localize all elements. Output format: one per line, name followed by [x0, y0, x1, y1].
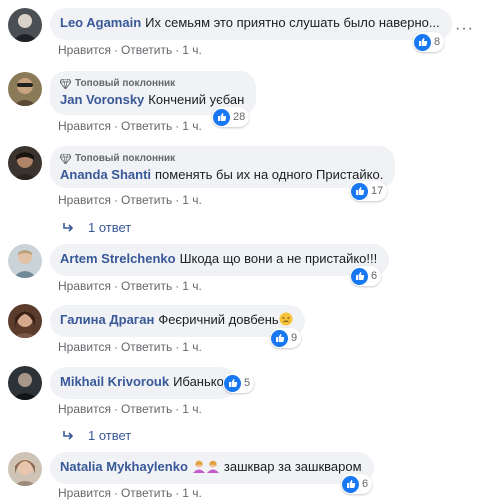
- like-link[interactable]: Нравится: [58, 193, 111, 207]
- avatar[interactable]: [8, 8, 42, 42]
- comment-text: Кончений уєбан: [148, 92, 245, 107]
- reaction-number: 6: [362, 478, 369, 490]
- comment-actions: Нравится · Ответить · 1 ч.: [58, 279, 202, 293]
- comment-bubble: Mikhail Krivorouk Ибанько: [50, 367, 236, 399]
- reaction-count[interactable]: 28: [212, 107, 250, 127]
- timestamp[interactable]: 1 ч.: [182, 193, 202, 207]
- comment-author[interactable]: Leo Agamain: [60, 15, 141, 30]
- like-link[interactable]: Нравится: [58, 402, 111, 416]
- woman-shrugging-emoji-icon: [192, 460, 205, 473]
- comment-author[interactable]: Ananda Shanti: [60, 167, 151, 182]
- reply-link[interactable]: Ответить: [121, 486, 172, 500]
- comment-actions: Нравится · Ответить · 1 ч.: [58, 193, 202, 207]
- thumbs-up-icon: [351, 182, 368, 200]
- reply-arrow-icon: [63, 430, 74, 440]
- comment-text: Шкода що вони а не пристайко!!!: [179, 251, 378, 266]
- avatar[interactable]: [8, 366, 42, 400]
- avatar[interactable]: [8, 72, 42, 106]
- top-fan-badge: Топовый поклонник: [60, 153, 383, 165]
- reply-link[interactable]: Ответить: [121, 402, 172, 416]
- reaction-number: 8: [434, 36, 441, 48]
- comment-text: Феєричний довбень: [158, 312, 279, 327]
- view-replies-link[interactable]: 1 ответ: [62, 428, 131, 443]
- comment-text: зашквар за зашкваром: [223, 459, 362, 474]
- reply-link[interactable]: Ответить: [121, 340, 172, 354]
- comment-actions: Нравится · Ответить · 1 ч.: [58, 43, 202, 57]
- thumbs-up-icon: [351, 267, 368, 285]
- like-link[interactable]: Нравится: [58, 43, 111, 57]
- top-fan-badge: Топовый поклонник: [60, 78, 244, 90]
- avatar[interactable]: [8, 452, 42, 486]
- timestamp[interactable]: 1 ч.: [182, 279, 202, 293]
- avatar[interactable]: [8, 244, 42, 278]
- comment-text: Их семьям это приятно слушать было навер…: [145, 15, 440, 30]
- more-options-icon[interactable]: ···: [455, 20, 474, 38]
- comment-bubble: Natalia Mykhaylenko зашквар за зашкваром: [50, 452, 374, 484]
- comment-actions: Нравится · Ответить · 1 ч.: [58, 486, 202, 500]
- comment-author[interactable]: Mikhail Krivorouk: [60, 374, 169, 389]
- reply-link[interactable]: Ответить: [121, 43, 172, 57]
- reaction-count[interactable]: 6: [341, 474, 373, 494]
- comment-bubble: Leo Agamain Их семьям это приятно слушать…: [50, 8, 452, 40]
- reaction-count[interactable]: 6: [350, 266, 382, 286]
- thumbs-up-icon: [224, 374, 241, 392]
- like-link[interactable]: Нравится: [58, 119, 111, 133]
- comment-actions: Нравится · Ответить · 1 ч.: [58, 402, 202, 416]
- comment-author[interactable]: Jan Voronsky: [60, 92, 144, 107]
- reaction-count[interactable]: 5: [223, 373, 255, 393]
- like-link[interactable]: Нравится: [58, 486, 111, 500]
- comment-text: поменять бы их на одного Пристайко.: [155, 167, 384, 182]
- reply-link[interactable]: Ответить: [121, 193, 172, 207]
- view-replies-link[interactable]: 1 ответ: [62, 220, 131, 235]
- like-link[interactable]: Нравится: [58, 340, 111, 354]
- thumbs-up-icon: [271, 329, 288, 347]
- woman-shrugging-emoji-icon: [206, 460, 219, 473]
- reaction-number: 6: [371, 270, 378, 282]
- reaction-count[interactable]: 8: [413, 32, 445, 52]
- reply-link[interactable]: Ответить: [121, 279, 172, 293]
- avatar[interactable]: [8, 146, 42, 180]
- avatar[interactable]: [8, 304, 42, 338]
- reaction-number: 17: [371, 185, 384, 197]
- reply-link[interactable]: Ответить: [121, 119, 172, 133]
- timestamp[interactable]: 1 ч.: [182, 43, 202, 57]
- comment-bubble: Топовый поклонник Ananda Shanti поменять …: [50, 146, 396, 188]
- comment-text: Ибанько: [173, 374, 224, 389]
- thumbs-up-icon: [213, 108, 230, 126]
- comment-author[interactable]: Artem Strelchenko: [60, 251, 176, 266]
- thumbs-up-icon: [414, 33, 431, 51]
- timestamp[interactable]: 1 ч.: [182, 119, 202, 133]
- timestamp[interactable]: 1 ч.: [182, 486, 202, 500]
- reaction-count[interactable]: 17: [350, 181, 388, 201]
- reaction-number: 5: [244, 377, 251, 389]
- comment-author[interactable]: Natalia Mykhaylenko: [60, 459, 188, 474]
- thumbs-up-icon: [342, 475, 359, 493]
- diamond-icon: [60, 79, 71, 89]
- reaction-number: 9: [291, 332, 298, 344]
- comment-bubble: Галина Драган Феєричний довбень: [50, 305, 305, 337]
- reply-arrow-icon: [63, 222, 74, 232]
- comment-actions: Нравится · Ответить · 1 ч.: [58, 340, 202, 354]
- like-link[interactable]: Нравится: [58, 279, 111, 293]
- comment-actions: Нравится · Ответить · 1 ч.: [58, 119, 202, 133]
- comment-bubble: Artem Strelchenko Шкода що вони а не прис…: [50, 244, 390, 276]
- reaction-count[interactable]: 9: [270, 328, 302, 348]
- weary-face-emoji-icon: [279, 312, 293, 326]
- timestamp[interactable]: 1 ч.: [182, 340, 202, 354]
- timestamp[interactable]: 1 ч.: [182, 402, 202, 416]
- reaction-number: 28: [233, 111, 246, 123]
- diamond-icon: [60, 154, 71, 164]
- comment-author[interactable]: Галина Драган: [60, 312, 154, 327]
